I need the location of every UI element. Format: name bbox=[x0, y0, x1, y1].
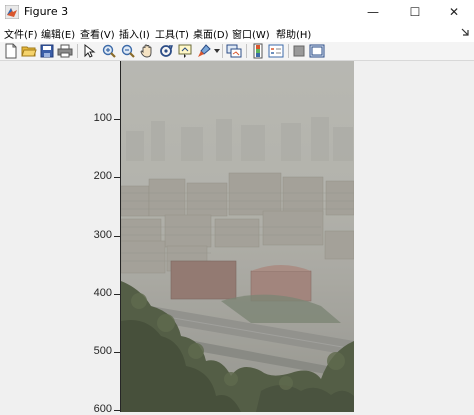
title-bar: Figure 3 — ☐ ✕ bbox=[0, 0, 474, 24]
minimize-button[interactable]: — bbox=[353, 0, 393, 24]
pan-hand-icon[interactable] bbox=[139, 43, 155, 59]
data-cursor-icon[interactable] bbox=[177, 43, 193, 59]
rotate-3d-icon[interactable] bbox=[158, 43, 174, 59]
colorbar-icon[interactable] bbox=[250, 43, 266, 59]
maximize-button[interactable]: ☐ bbox=[395, 0, 435, 24]
toolbar-separator bbox=[246, 44, 247, 58]
image-axes[interactable] bbox=[121, 61, 354, 412]
zoom-in-icon[interactable] bbox=[101, 43, 117, 59]
y-tick-mark bbox=[114, 236, 120, 237]
y-tick-label: 600 bbox=[93, 403, 112, 415]
y-tick-mark bbox=[114, 410, 120, 411]
zoom-out-icon[interactable] bbox=[120, 43, 136, 59]
save-icon[interactable] bbox=[39, 43, 55, 59]
brush-icon[interactable] bbox=[196, 43, 212, 59]
window-title: Figure 3 bbox=[24, 5, 69, 18]
matlab-logo-icon bbox=[5, 5, 19, 19]
new-figure-icon[interactable] bbox=[3, 43, 19, 59]
toolbar-separator bbox=[288, 44, 289, 58]
y-tick-label: 100 bbox=[93, 112, 112, 124]
menu-window[interactable]: 窗口(W) bbox=[232, 26, 270, 41]
close-button[interactable]: ✕ bbox=[434, 0, 474, 24]
chevron-down-icon[interactable] bbox=[214, 49, 220, 53]
open-file-icon[interactable] bbox=[21, 43, 37, 59]
image-display bbox=[121, 61, 354, 412]
pointer-icon[interactable] bbox=[81, 43, 97, 59]
menu-tools[interactable]: 工具(T) bbox=[155, 26, 189, 41]
y-tick-mark bbox=[114, 352, 120, 353]
y-tick-mark bbox=[114, 177, 120, 178]
menu-edit[interactable]: 编辑(E) bbox=[41, 26, 75, 41]
figure-canvas[interactable]: 100 200 300 400 500 600 bbox=[0, 61, 474, 415]
figure-toolbar bbox=[0, 42, 474, 61]
menu-desktop[interactable]: 桌面(D) bbox=[193, 26, 229, 41]
y-tick-mark bbox=[114, 294, 120, 295]
menu-bar: 文件(F) 编辑(E) 查看(V) 插入(I) 工具(T) 桌面(D) 窗口(W… bbox=[0, 24, 474, 42]
menu-insert[interactable]: 插入(I) bbox=[119, 26, 150, 41]
y-tick-label: 200 bbox=[93, 170, 112, 182]
menu-help[interactable]: 帮助(H) bbox=[276, 26, 311, 41]
link-plot-icon[interactable] bbox=[226, 43, 242, 59]
hide-tools-icon[interactable] bbox=[291, 43, 307, 59]
menu-file[interactable]: 文件(F) bbox=[4, 26, 38, 41]
toolbar-separator bbox=[77, 44, 78, 58]
menu-view[interactable]: 查看(V) bbox=[80, 26, 115, 41]
toolbar-separator bbox=[222, 44, 223, 58]
y-tick-label: 500 bbox=[93, 345, 112, 357]
y-tick-label: 400 bbox=[93, 287, 112, 299]
legend-icon[interactable] bbox=[268, 43, 284, 59]
y-tick-label: 300 bbox=[93, 229, 112, 241]
dock-icon[interactable] bbox=[309, 43, 325, 59]
y-tick-mark bbox=[114, 119, 120, 120]
dock-arrow-icon[interactable] bbox=[461, 28, 470, 37]
print-icon[interactable] bbox=[57, 43, 73, 59]
